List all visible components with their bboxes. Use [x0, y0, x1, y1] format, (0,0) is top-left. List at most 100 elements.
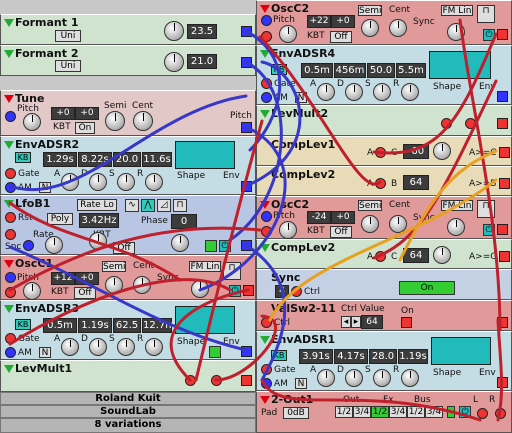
fm-input[interactable]: [261, 31, 272, 42]
env-output[interactable]: [497, 91, 508, 102]
fm-knob[interactable]: [447, 218, 465, 236]
fm-knob[interactable]: [191, 280, 209, 298]
phase-knob[interactable]: [89, 232, 107, 250]
n-button[interactable]: N: [295, 378, 307, 389]
compare-output[interactable]: [499, 178, 510, 189]
gate-input[interactable]: [261, 364, 272, 375]
env-output[interactable]: [241, 181, 252, 192]
decay-knob[interactable]: [345, 83, 363, 101]
semi-knob[interactable]: [105, 111, 125, 131]
waveform-button[interactable]: ⊓: [477, 200, 495, 218]
fm-knob[interactable]: [447, 23, 465, 41]
pitch-input[interactable]: [5, 272, 16, 283]
fm-input[interactable]: [5, 287, 16, 298]
am-input[interactable]: [261, 378, 272, 389]
a-input[interactable]: [375, 251, 386, 262]
collapse-triangle-icon[interactable]: [4, 200, 14, 208]
out-34-button[interactable]: 3/4: [353, 406, 371, 418]
increment-button[interactable]: ▸: [351, 316, 361, 328]
fx-12-button[interactable]: 1/2: [371, 406, 389, 418]
cent-knob[interactable]: [133, 111, 153, 131]
collapse-triangle-icon[interactable]: [4, 260, 14, 268]
kbt-off-button[interactable]: Off: [330, 31, 352, 43]
power-icon[interactable]: ⏻: [459, 406, 471, 418]
pitch-input[interactable]: [261, 211, 272, 222]
poly-button[interactable]: Poly: [47, 213, 73, 225]
semi-button[interactable]: Semi: [102, 261, 126, 272]
semi-knob[interactable]: [361, 215, 379, 233]
semi-knob[interactable]: [361, 19, 379, 37]
osc-output[interactable]: [497, 224, 508, 235]
power-icon[interactable]: ⏻: [229, 285, 241, 297]
compare-knob[interactable]: [433, 142, 451, 160]
semi-knob[interactable]: [105, 276, 123, 294]
collapse-triangle-icon[interactable]: [260, 244, 270, 252]
ctrl-input[interactable]: [261, 317, 272, 328]
levmult-mod-input[interactable]: [211, 375, 222, 386]
formant-output[interactable]: [241, 57, 252, 68]
collapse-triangle-icon[interactable]: [4, 141, 14, 149]
n-button[interactable]: N: [39, 347, 51, 358]
levmult-output[interactable]: [241, 375, 252, 386]
sustain-knob[interactable]: [117, 338, 135, 356]
cent-knob[interactable]: [389, 215, 407, 233]
kb-toggle[interactable]: KB: [271, 350, 287, 361]
pitch-knob[interactable]: [279, 221, 297, 239]
uni-button[interactable]: Uni: [55, 60, 81, 72]
gate-input[interactable]: [5, 333, 16, 344]
lfo-output[interactable]: [241, 240, 252, 251]
attack-knob[interactable]: [61, 338, 79, 356]
release-knob[interactable]: [145, 173, 163, 191]
sustain-knob[interactable]: [373, 83, 391, 101]
decay-knob[interactable]: [89, 338, 107, 356]
release-knob[interactable]: [401, 369, 419, 387]
gate-input[interactable]: [261, 78, 272, 89]
a-input[interactable]: [375, 178, 386, 189]
waveform-button[interactable]: ⊓: [477, 5, 495, 23]
power-icon[interactable]: ⏻: [483, 29, 495, 41]
decay-knob[interactable]: [345, 369, 363, 387]
collapse-triangle-icon[interactable]: [4, 365, 14, 373]
kb-toggle[interactable]: KB: [15, 152, 31, 163]
a-input[interactable]: [375, 147, 386, 158]
power-icon[interactable]: ⏻: [219, 240, 231, 252]
release-knob[interactable]: [145, 338, 163, 356]
bus-12-button[interactable]: 1/2: [407, 406, 425, 418]
out-l-input[interactable]: [477, 408, 488, 419]
fm-input[interactable]: [261, 226, 272, 237]
out-12-button[interactable]: 1/2: [335, 406, 353, 418]
kbt-off-button[interactable]: Off: [74, 287, 96, 299]
levmult-input[interactable]: [441, 118, 452, 129]
lfo-level-knob[interactable]: [171, 234, 189, 252]
pitch-input[interactable]: [261, 15, 272, 26]
levmult-mod-input[interactable]: [465, 118, 476, 129]
am-input[interactable]: [5, 182, 16, 193]
rst-input[interactable]: [5, 212, 16, 223]
ctrl-input[interactable]: [291, 286, 302, 297]
pitch-knob[interactable]: [23, 113, 41, 131]
collapse-triangle-icon[interactable]: [260, 201, 270, 209]
n-button[interactable]: N: [295, 92, 307, 103]
attack-knob[interactable]: [61, 173, 79, 191]
collapse-triangle-icon[interactable]: [4, 305, 14, 313]
cent-knob[interactable]: [389, 19, 407, 37]
collapse-triangle-icon[interactable]: [260, 50, 270, 58]
collapse-triangle-icon[interactable]: [260, 336, 270, 344]
kbt-off-button[interactable]: Off: [113, 242, 135, 254]
gate-input[interactable]: [5, 168, 16, 179]
waveform-saw-button[interactable]: ◿: [157, 199, 171, 212]
pitch-output[interactable]: [241, 122, 252, 133]
waveform-square-button[interactable]: ⊓: [173, 199, 187, 212]
kbt-off-button[interactable]: Off: [330, 226, 352, 238]
waveform-button[interactable]: ⊓: [223, 262, 241, 280]
on-output[interactable]: [401, 317, 412, 328]
sustain-knob[interactable]: [117, 173, 135, 191]
n-button[interactable]: N: [39, 182, 51, 193]
pad-value-button[interactable]: 0dB: [283, 407, 309, 419]
waveform-triangle-button[interactable]: ⋀: [141, 199, 155, 212]
decrement-button[interactable]: ◂: [341, 316, 351, 328]
levmult-output[interactable]: [497, 118, 508, 129]
waveform-sine-button[interactable]: ∿: [125, 199, 139, 212]
levmult-input[interactable]: [185, 375, 196, 386]
collapse-triangle-icon[interactable]: [4, 50, 14, 58]
